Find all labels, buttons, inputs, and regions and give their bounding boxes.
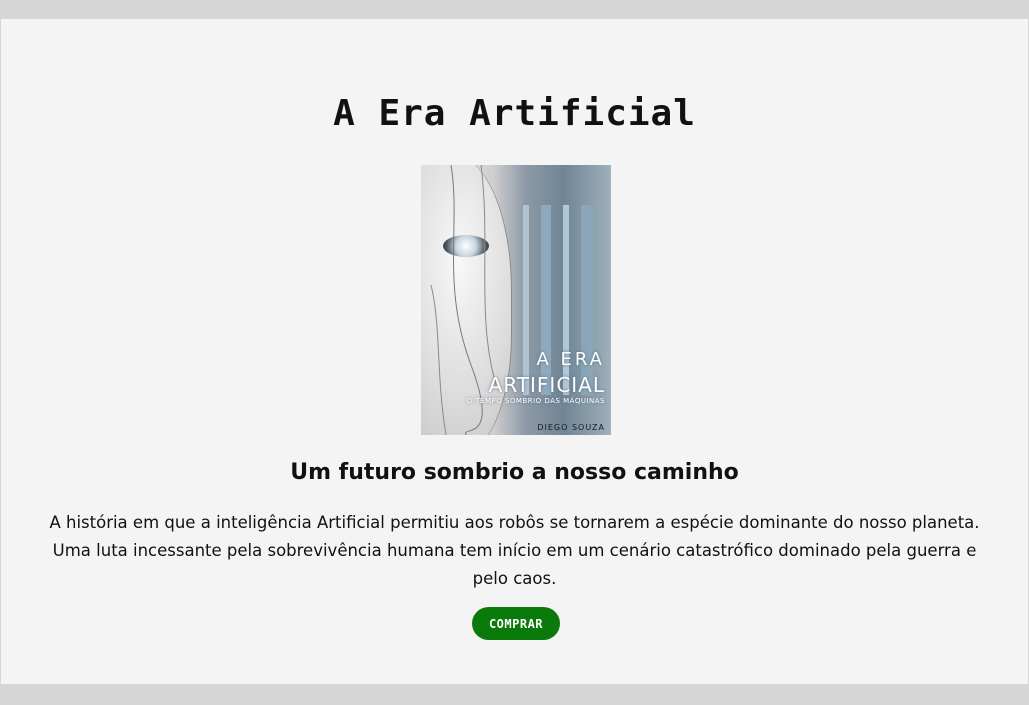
buy-button[interactable]: COMPRAR: [472, 607, 560, 640]
book-description: A história em que a inteligência Artific…: [49, 513, 980, 588]
page-title: A Era Artificial: [333, 93, 696, 134]
book-subtitle: Um futuro sombrio a nosso caminho: [290, 460, 739, 485]
book-cover-image: A ERA ARTIFICIAL O TEMPO SOMBRIO DAS MÁQ…: [421, 165, 611, 435]
content-panel: A Era Artificial A ERA ARTIFICIAL O TEMP…: [1, 19, 1028, 684]
cover-tagline: O TEMPO SOMBRIO DAS MÁQUINAS: [466, 397, 605, 405]
cover-title-line1: A ERA: [536, 349, 605, 370]
cover-title: A ERA ARTIFICIAL O TEMPO SOMBRIO DAS MÁQ…: [467, 351, 605, 405]
cover-author: DIEGO SOUZA: [537, 423, 605, 432]
cover-title-line2: ARTIFICIAL: [488, 373, 605, 397]
